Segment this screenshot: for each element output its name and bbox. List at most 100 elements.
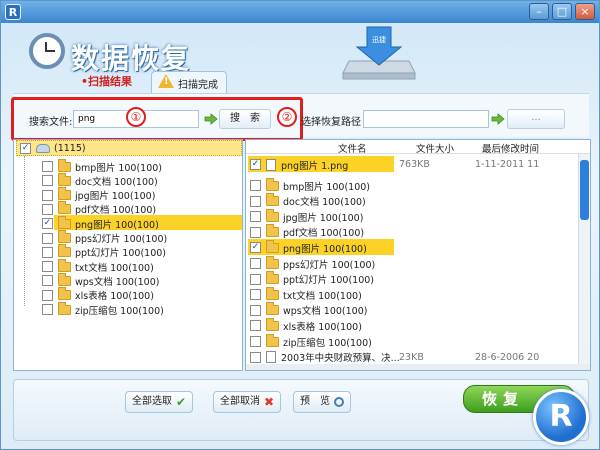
select-all-label: 全部选取 [132, 396, 172, 407]
file-row-checkbox[interactable] [250, 180, 261, 191]
tree-item[interactable]: pps幻灯片 100(100) [42, 230, 167, 246]
file-row[interactable]: ✓ png图片 1.png 763KB 1-11-2011 11 [250, 157, 580, 172]
scrollbar-thumb[interactable] [580, 160, 589, 220]
check-icon: ✔ [176, 395, 187, 409]
file-row-checkbox[interactable] [250, 195, 261, 207]
tree-item[interactable]: jpg图片 100(100) [42, 187, 156, 203]
deselect-all-button[interactable]: 全部取消 ✖ [213, 391, 282, 413]
tree-item-checkbox[interactable] [42, 203, 53, 215]
select-all-button[interactable]: 全部选取 ✔ [125, 391, 194, 413]
tree-item-checkbox[interactable] [42, 161, 53, 172]
tree-item[interactable]: ✓ png图片 100(100) [42, 215, 159, 231]
drive-icon [36, 144, 50, 153]
file-row-checkbox[interactable] [250, 226, 261, 238]
file-row-checkbox[interactable] [250, 304, 261, 316]
horizontal-scrollbar[interactable] [246, 364, 590, 370]
column-name[interactable]: 文件名 [338, 141, 367, 155]
file-row[interactable]: pps幻灯片 100(100) [250, 255, 580, 271]
folder-icon [266, 333, 279, 347]
file-row[interactable]: wps文档 100(100) [250, 302, 580, 318]
arrow-right-icon [491, 113, 505, 125]
tree-item-checkbox[interactable] [42, 275, 53, 287]
file-row[interactable]: txt文档 100(100) [250, 286, 580, 302]
tree-item-checkbox[interactable] [42, 304, 53, 315]
tree-item-checkbox[interactable] [42, 175, 53, 187]
file-row[interactable]: bmp图片 100(100) [250, 177, 580, 193]
tree-item-checkbox[interactable] [42, 189, 53, 201]
maximize-button[interactable]: □ [552, 3, 572, 20]
folder-icon [58, 301, 71, 315]
warning-icon [158, 74, 174, 88]
tree-root-checkbox[interactable]: ✓ [20, 143, 31, 154]
tree-item[interactable]: zip压缩包 100(100) [42, 301, 164, 317]
tree-item-checkbox[interactable] [42, 232, 53, 244]
tree-item[interactable]: txt文档 100(100) [42, 258, 154, 274]
file-row[interactable]: ppt幻灯片 100(100) [250, 271, 580, 287]
preview-button[interactable]: 预 览 [293, 391, 351, 413]
tree-item-checkbox[interactable] [42, 261, 53, 273]
file-name: doc文档 100(100) [283, 197, 366, 209]
deselect-all-label: 全部取消 [220, 396, 260, 407]
search-file-label: 搜索文件: [29, 117, 73, 128]
file-row[interactable]: pdf文档 100(100) [250, 224, 580, 240]
file-row[interactable]: doc文档 100(100) [250, 193, 580, 209]
file-row[interactable]: ✓ png图片 100(100) [250, 239, 580, 255]
file-row-checkbox[interactable] [250, 258, 261, 269]
file-row[interactable]: zip压缩包 100(100) [250, 333, 580, 349]
column-size[interactable]: 文件大小 [416, 141, 454, 155]
tree-item-label: txt文档 100(100) [75, 262, 154, 274]
file-row-checkbox[interactable] [250, 351, 261, 363]
file-row-checkbox[interactable] [250, 273, 261, 285]
tree-item-checkbox[interactable] [42, 246, 53, 258]
file-row[interactable]: jpg图片 100(100) [250, 208, 580, 224]
close-button[interactable]: × [575, 3, 595, 20]
tree-item-label: jpg图片 100(100) [75, 191, 156, 203]
file-row-checkbox[interactable] [250, 289, 261, 301]
file-row[interactable]: xls表格 100(100) [250, 317, 580, 333]
file-row-checkbox[interactable] [250, 211, 261, 223]
tree-item[interactable]: doc文档 100(100) [42, 172, 158, 188]
tree-item-checkbox[interactable] [42, 289, 53, 301]
file-modified: 1-11-2011 11 [475, 159, 540, 170]
file-name: zip压缩包 100(100) [283, 337, 372, 349]
magnifier-icon [334, 397, 344, 407]
tree-item-checkbox[interactable]: ✓ [42, 218, 53, 230]
file-row-checkbox[interactable] [250, 336, 261, 347]
recovery-path-input[interactable] [363, 110, 489, 128]
file-icon [266, 158, 276, 171]
column-modified[interactable]: 最后修改时间 [482, 141, 539, 155]
file-row[interactable]: 2003年中央财政预算、决... 23KB 28-6-2006 20 [250, 350, 580, 365]
file-row-checkbox[interactable]: ✓ [250, 159, 261, 170]
tree-root-label: (1115) [54, 143, 86, 154]
file-name: 2003年中央财政预算、决... [281, 353, 399, 365]
file-name: xls表格 100(100) [283, 321, 362, 333]
folder-icon [266, 224, 279, 238]
folder-icon [58, 272, 71, 286]
tree-item-label: bmp图片 100(100) [75, 162, 163, 174]
tab-scan-complete[interactable]: 扫描完成 [151, 71, 227, 93]
vertical-scrollbar[interactable] [578, 154, 590, 370]
minimize-button[interactable]: – [529, 3, 549, 20]
tree-item-label: doc文档 100(100) [75, 176, 158, 188]
file-size: 23KB [399, 351, 424, 363]
file-name: pps幻灯片 100(100) [283, 259, 376, 271]
tree-item[interactable]: xls表格 100(100) [42, 287, 154, 303]
tree-item[interactable]: wps文档 100(100) [42, 272, 159, 288]
file-size: 763KB [399, 159, 430, 170]
tree-item[interactable]: ppt幻灯片 100(100) [42, 244, 166, 260]
tree-root[interactable]: ✓ (1115) [20, 141, 86, 156]
tab-scan-results[interactable]: •扫描结果 [81, 73, 132, 89]
file-row-checkbox[interactable]: ✓ [250, 242, 261, 254]
browse-button[interactable]: ... [507, 109, 565, 129]
search-button[interactable]: 搜 索 [219, 109, 271, 129]
tree-item[interactable]: bmp图片 100(100) [42, 158, 163, 174]
file-modified: 28-6-2006 20 [475, 351, 540, 363]
file-list-header: 文件名 文件大小 最后修改时间 [246, 140, 590, 155]
file-name: bmp图片 100(100) [283, 181, 371, 193]
tree-connector [24, 156, 25, 306]
file-row-checkbox[interactable] [250, 320, 261, 332]
title-bar[interactable]: R – □ × [1, 1, 599, 23]
folder-icon [266, 286, 279, 300]
tree-item-label: zip压缩包 100(100) [75, 305, 164, 317]
folder-icon [58, 187, 71, 201]
